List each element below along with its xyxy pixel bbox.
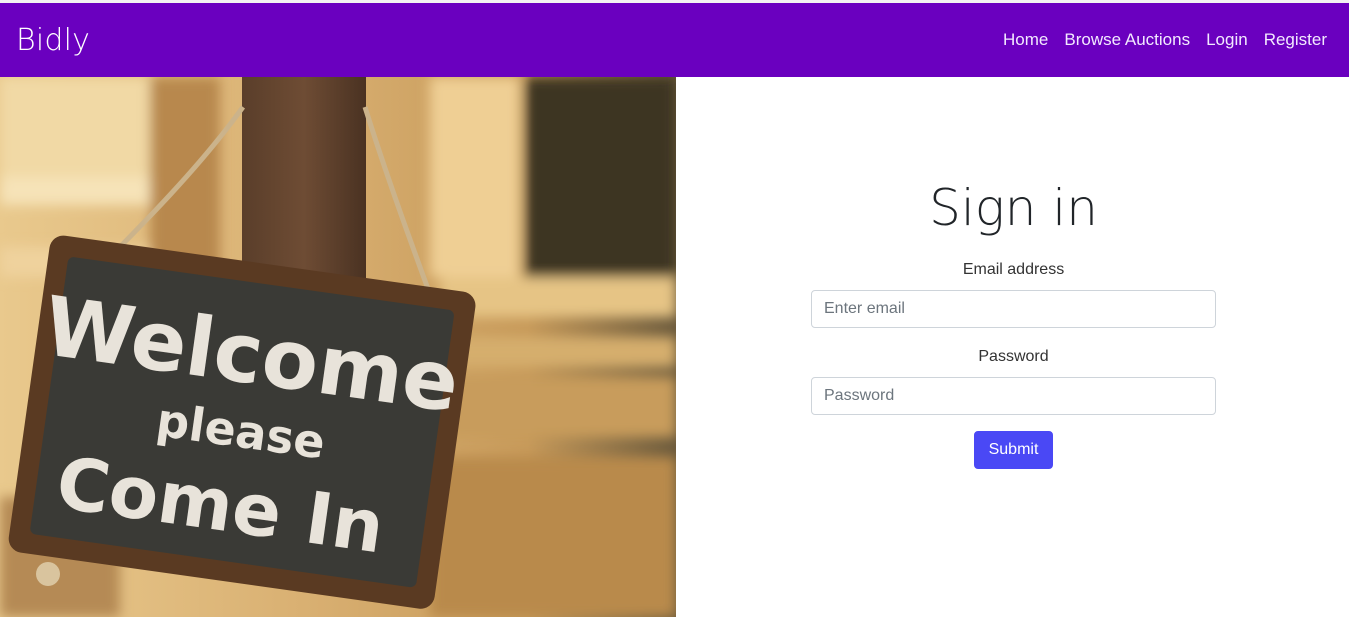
nav-register[interactable]: Register [1264,30,1327,50]
welcome-sign-image: Welcome please Come In [0,77,676,617]
brand-logo[interactable]: Bidly [16,23,90,58]
email-label: Email address [962,261,1065,278]
nav-login[interactable]: Login [1206,30,1248,50]
welcome-sign-illustration: Welcome please Come In [0,77,676,617]
chalkboard: Welcome please Come In [8,235,476,609]
nav-home[interactable]: Home [1003,30,1048,50]
password-label: Password [978,348,1049,365]
submit-button[interactable]: Submit [974,431,1053,469]
rope-tassel [36,562,60,586]
signin-form: Sign in Email address Password Submit [811,183,1216,469]
navbar: Bidly Home Browse Auctions Login Registe… [0,3,1349,77]
page-title: Sign in [929,179,1098,237]
signin-panel: Sign in Email address Password Submit [676,77,1349,617]
nav-browse-auctions[interactable]: Browse Auctions [1064,30,1190,50]
password-field[interactable] [811,377,1216,415]
email-field[interactable] [811,290,1216,328]
nav-links: Home Browse Auctions Login Register [1003,30,1327,50]
